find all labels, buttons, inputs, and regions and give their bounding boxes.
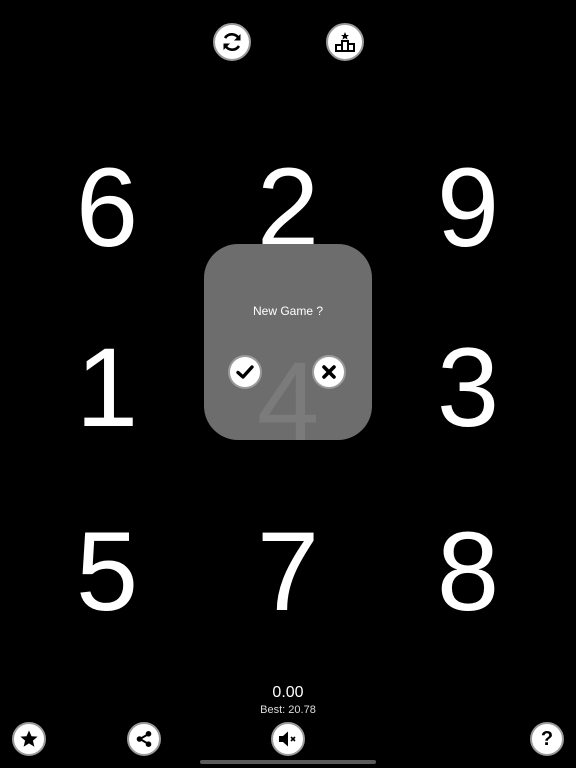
cancel-button[interactable] <box>312 355 346 389</box>
share-icon <box>136 731 152 747</box>
help-button[interactable]: ? <box>530 722 564 756</box>
sound-button[interactable] <box>271 722 305 756</box>
leaderboard-icon <box>335 32 355 52</box>
check-icon <box>236 365 254 379</box>
leaderboard-button[interactable] <box>326 23 364 61</box>
grid-cell[interactable]: 7 <box>228 512 348 632</box>
grid-cell[interactable]: 6 <box>47 148 167 268</box>
help-icon: ? <box>540 728 554 750</box>
new-game-dialog: 4 New Game ? <box>204 244 372 440</box>
rate-button[interactable] <box>12 722 46 756</box>
home-indicator[interactable] <box>200 760 376 764</box>
close-icon <box>322 365 336 379</box>
dialog-title: New Game ? <box>252 304 324 318</box>
confirm-button[interactable] <box>228 355 262 389</box>
star-icon <box>20 730 38 747</box>
best-score: Best: 20.78 <box>260 704 316 716</box>
refresh-icon <box>223 33 241 51</box>
grid-cell[interactable]: 1 <box>47 328 167 448</box>
grid-cell[interactable]: 8 <box>408 512 528 632</box>
restart-button[interactable] <box>213 23 251 61</box>
timer: 0.00 <box>272 684 304 701</box>
grid-cell[interactable]: 3 <box>408 328 528 448</box>
mute-icon <box>279 731 296 747</box>
grid-cell[interactable]: 5 <box>47 512 167 632</box>
grid-cell[interactable]: 9 <box>408 148 528 268</box>
share-button[interactable] <box>127 722 161 756</box>
grid-cell-behind-dialog: 4 <box>256 339 320 441</box>
